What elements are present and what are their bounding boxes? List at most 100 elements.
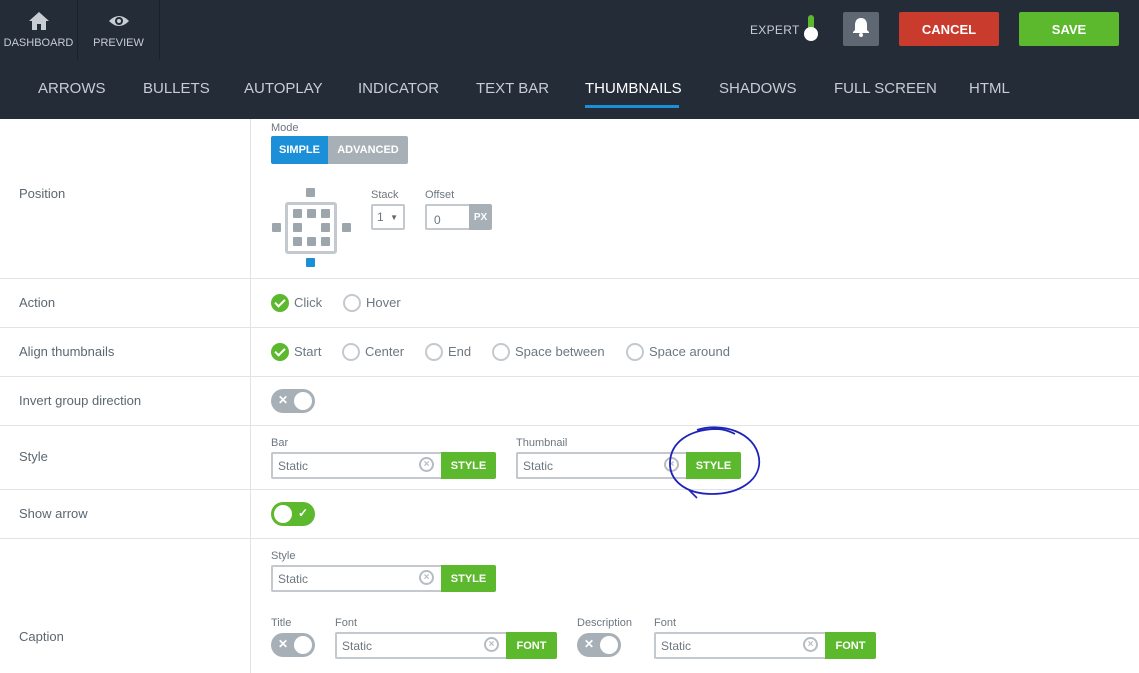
caption-style-value: Static bbox=[278, 572, 309, 586]
tab-arrows[interactable]: ARROWS bbox=[38, 80, 106, 97]
description-font-button[interactable]: FONT bbox=[825, 632, 876, 659]
invert-row bbox=[0, 377, 1139, 426]
title-label: Title bbox=[271, 617, 292, 629]
description-label: Description bbox=[577, 617, 633, 629]
home-icon bbox=[0, 11, 77, 31]
position-inner-t1[interactable] bbox=[307, 209, 316, 218]
position-label: Position bbox=[19, 186, 66, 201]
thumbnail-style-value: Static bbox=[523, 459, 554, 473]
show-arrow-toggle[interactable]: ✓ bbox=[271, 502, 315, 526]
invert-toggle[interactable]: ✕ bbox=[271, 389, 315, 413]
description-toggle[interactable]: ✕ bbox=[577, 633, 621, 657]
position-inner-br[interactable] bbox=[321, 237, 330, 246]
description-font-label: Font bbox=[654, 617, 677, 629]
check-icon: ✓ bbox=[297, 506, 308, 520]
tab-bullets[interactable]: BULLETS bbox=[143, 80, 210, 97]
description-font-value: Static bbox=[661, 639, 692, 653]
stack-select[interactable]: 1 ▼ bbox=[371, 204, 405, 230]
show-arrow-row bbox=[0, 490, 1139, 539]
top-bar: DASHBOARD PREVIEW EXPERT CANCEL SAVE bbox=[0, 0, 1139, 60]
clear-icon[interactable]: × bbox=[484, 637, 499, 652]
position-inner-bl[interactable] bbox=[293, 237, 302, 246]
action-label: Action bbox=[19, 295, 56, 310]
action-click-radio[interactable] bbox=[271, 294, 289, 312]
align-space-between-radio[interactable] bbox=[492, 343, 510, 361]
chevron-down-icon: ▼ bbox=[390, 213, 398, 222]
style-label: Style bbox=[19, 449, 48, 464]
align-start-radio[interactable] bbox=[271, 343, 289, 361]
position-bottom[interactable] bbox=[306, 258, 315, 267]
dashboard-button[interactable]: DASHBOARD bbox=[0, 0, 78, 60]
position-left[interactable] bbox=[272, 223, 281, 232]
tab-thumbnails[interactable]: THUMBNAILS bbox=[585, 80, 682, 97]
mode-label: Mode bbox=[271, 122, 299, 134]
active-tab-indicator bbox=[585, 105, 679, 108]
bar-style-select[interactable]: Static bbox=[271, 452, 441, 479]
position-right[interactable] bbox=[342, 223, 351, 232]
expert-label: EXPERT bbox=[750, 23, 800, 37]
x-icon: ✕ bbox=[278, 393, 289, 407]
title-font-select[interactable]: Static bbox=[335, 632, 506, 659]
position-inner-b1[interactable] bbox=[307, 237, 316, 246]
save-button[interactable]: SAVE bbox=[1019, 12, 1119, 46]
align-start-label: Start bbox=[294, 344, 322, 359]
align-space-between-label: Space between bbox=[515, 344, 605, 359]
title-toggle[interactable]: ✕ bbox=[271, 633, 315, 657]
description-font-select[interactable]: Static bbox=[654, 632, 825, 659]
stack-label: Stack bbox=[371, 189, 399, 201]
tab-html[interactable]: HTML bbox=[969, 80, 1010, 97]
tab-shadows[interactable]: SHADOWS bbox=[719, 80, 797, 97]
expert-toggle[interactable] bbox=[803, 15, 819, 41]
action-click-label: Click bbox=[294, 295, 323, 310]
tab-full-screen[interactable]: FULL SCREEN bbox=[834, 80, 937, 97]
clear-icon[interactable]: × bbox=[419, 570, 434, 585]
align-end-label: End bbox=[448, 344, 472, 359]
align-end-radio[interactable] bbox=[425, 343, 443, 361]
preview-button[interactable]: PREVIEW bbox=[78, 0, 160, 60]
align-center-radio[interactable] bbox=[342, 343, 360, 361]
position-inner-mr[interactable] bbox=[321, 223, 330, 232]
action-hover-label: Hover bbox=[366, 295, 401, 310]
thumbnail-style-select[interactable]: Static bbox=[516, 452, 686, 479]
clear-icon[interactable]: × bbox=[664, 457, 679, 472]
cancel-button[interactable]: CANCEL bbox=[899, 12, 999, 46]
position-inner-tr[interactable] bbox=[321, 209, 330, 218]
x-icon: ✕ bbox=[584, 637, 595, 651]
mode-simple-button[interactable]: SIMPLE bbox=[271, 136, 328, 164]
position-inner-ml[interactable] bbox=[293, 223, 302, 232]
tab-autoplay[interactable]: AUTOPLAY bbox=[244, 80, 323, 97]
position-inner-tl[interactable] bbox=[293, 209, 302, 218]
position-row bbox=[0, 119, 1139, 279]
notifications-button[interactable] bbox=[843, 12, 879, 46]
thumbnail-style-button[interactable]: STYLE bbox=[686, 452, 741, 479]
action-hover-radio[interactable] bbox=[343, 294, 361, 312]
title-font-value: Static bbox=[342, 639, 373, 653]
tab-text-bar[interactable]: TEXT BAR bbox=[476, 80, 549, 97]
position-top[interactable] bbox=[306, 188, 315, 197]
offset-input[interactable] bbox=[425, 204, 469, 230]
dashboard-label: DASHBOARD bbox=[3, 37, 74, 49]
toggle-knob bbox=[274, 505, 292, 523]
bar-style-button[interactable]: STYLE bbox=[441, 452, 496, 479]
caption-style-button[interactable]: STYLE bbox=[441, 565, 496, 592]
offset-label: Offset bbox=[425, 189, 455, 201]
toggle-knob bbox=[294, 636, 312, 654]
offset-unit: PX bbox=[469, 204, 492, 230]
toggle-knob bbox=[294, 392, 312, 410]
align-center-label: Center bbox=[365, 344, 405, 359]
bar-style-value: Static bbox=[278, 459, 309, 473]
tab-bar: ARROWS BULLETS AUTOPLAY INDICATOR TEXT B… bbox=[0, 60, 1139, 119]
mode-advanced-button[interactable]: ADVANCED bbox=[328, 136, 408, 164]
x-icon: ✕ bbox=[278, 637, 289, 651]
clear-icon[interactable]: × bbox=[419, 457, 434, 472]
stack-value: 1 bbox=[377, 210, 384, 224]
caption-style-select[interactable]: Static bbox=[271, 565, 441, 592]
eye-icon bbox=[78, 11, 159, 31]
title-font-button[interactable]: FONT bbox=[506, 632, 557, 659]
clear-icon[interactable]: × bbox=[803, 637, 818, 652]
expert-toggle-knob bbox=[804, 27, 818, 41]
tab-indicator[interactable]: INDICATOR bbox=[358, 80, 439, 97]
align-space-around-radio[interactable] bbox=[626, 343, 644, 361]
caption-label: Caption bbox=[19, 629, 64, 644]
show-arrow-label: Show arrow bbox=[19, 506, 88, 521]
